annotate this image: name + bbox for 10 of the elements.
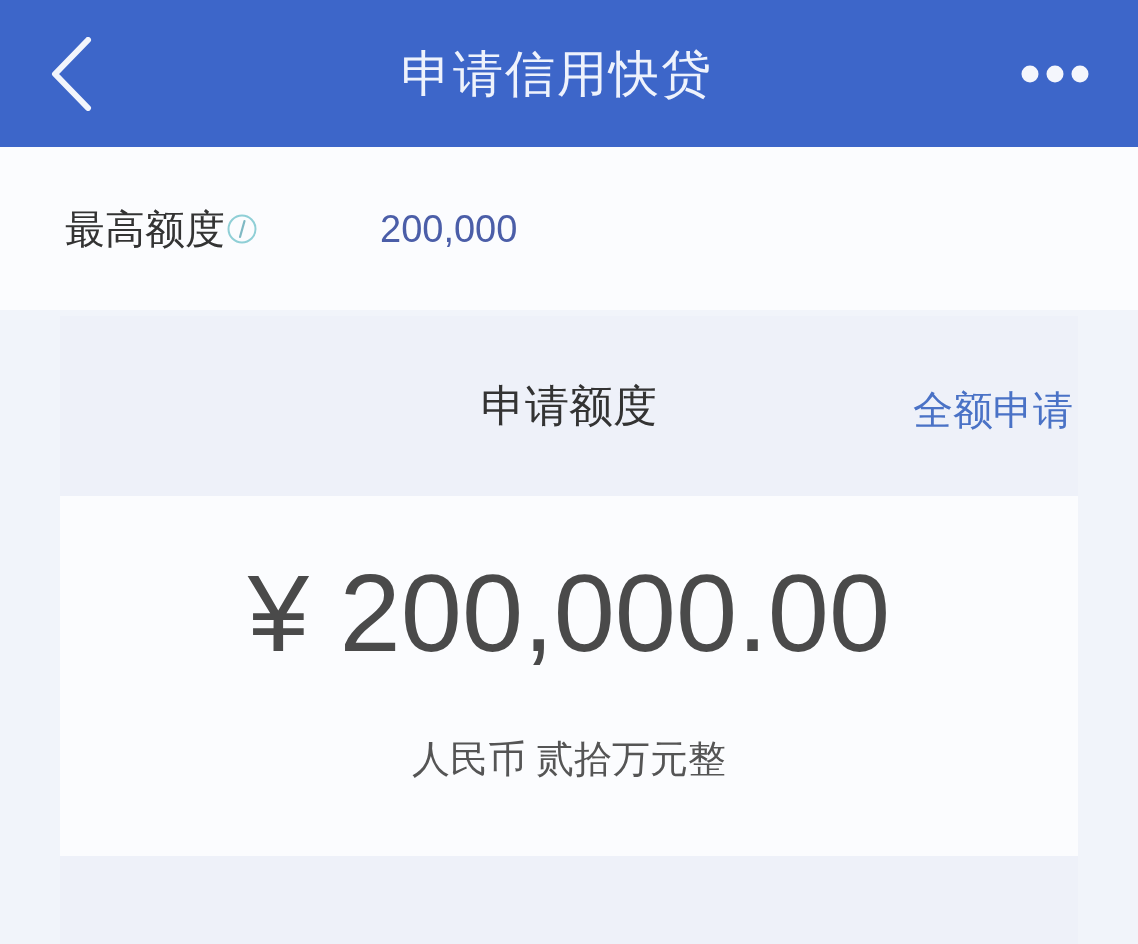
apply-amount-title: 申请额度 (481, 384, 657, 428)
amount-in-words: 人民币 贰拾万元整 (411, 740, 727, 778)
more-icon (1021, 64, 1089, 83)
back-icon (50, 36, 92, 111)
max-limit-label: 最高额度 (65, 208, 225, 249)
max-limit-value: 200,000 (380, 209, 518, 248)
amount-value: ¥ 200,000.00 (247, 558, 891, 668)
amount-panel[interactable]: ¥ 200,000.00 人民币 贰拾万元整 (60, 496, 1078, 856)
full-amount-link[interactable]: 全额申请 (913, 390, 1073, 430)
page-title: 申请信用快贷 (401, 48, 713, 99)
